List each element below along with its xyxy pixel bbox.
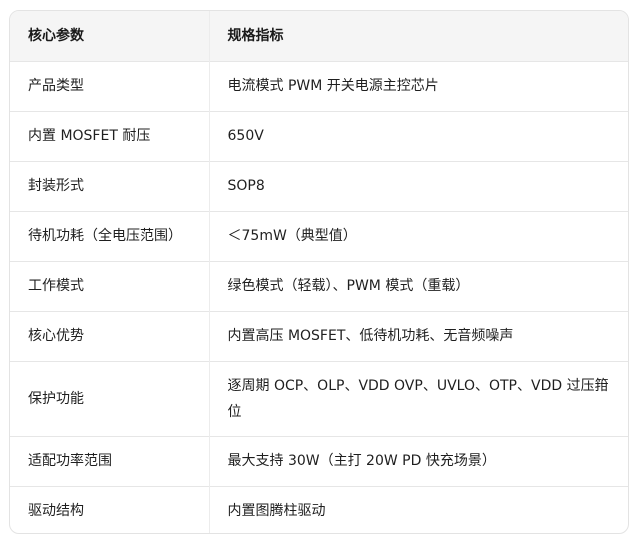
table-row: 保护功能 逐周期 OCP、OLP、VDD OVP、UVLO、OTP、VDD 过压…	[10, 360, 628, 436]
row-value: 逐周期 OCP、OLP、VDD OVP、UVLO、OTP、VDD 过压箝位	[208, 360, 628, 436]
header-cell-parameter: 核心参数	[10, 11, 209, 61]
row-value: 电流模式 PWM 开关电源主控芯片	[208, 60, 628, 111]
row-label: 待机功耗（全电压范围）	[10, 210, 209, 261]
row-label: 驱动结构	[10, 485, 209, 533]
row-label: 产品类型	[10, 60, 209, 111]
table-row: 核心优势 内置高压 MOSFET、低待机功耗、无音频噪声	[10, 310, 628, 361]
row-value: ＜75mW（典型值）	[208, 210, 628, 261]
row-label: 工作模式	[10, 260, 209, 311]
table-row: 驱动结构 内置图腾柱驱动	[10, 485, 628, 533]
row-value: 绿色模式（轻载）、PWM 模式（重载）	[208, 260, 628, 311]
table-body: 产品类型 电流模式 PWM 开关电源主控芯片 内置 MOSFET 耐压 650V…	[10, 60, 628, 533]
row-label: 核心优势	[10, 310, 209, 361]
spec-table-container: 核心参数 规格指标 产品类型 电流模式 PWM 开关电源主控芯片 内置 MOSF…	[9, 10, 629, 534]
row-value: 最大支持 30W（主打 20W PD 快充场景）	[208, 435, 628, 486]
row-value: 650V	[208, 110, 628, 161]
spec-table: 核心参数 规格指标 产品类型 电流模式 PWM 开关电源主控芯片 内置 MOSF…	[10, 11, 628, 533]
row-label: 内置 MOSFET 耐压	[10, 110, 209, 161]
row-value: 内置高压 MOSFET、低待机功耗、无音频噪声	[208, 310, 628, 361]
table-row: 适配功率范围 最大支持 30W（主打 20W PD 快充场景）	[10, 435, 628, 486]
table-row: 内置 MOSFET 耐压 650V	[10, 110, 628, 161]
table-row: 工作模式 绿色模式（轻载）、PWM 模式（重载）	[10, 260, 628, 311]
table-header: 核心参数 规格指标	[10, 11, 628, 61]
row-value: 内置图腾柱驱动	[208, 485, 628, 533]
row-label: 适配功率范围	[10, 435, 209, 486]
row-label: 封装形式	[10, 160, 209, 211]
header-cell-specification: 规格指标	[208, 11, 628, 61]
header-row: 核心参数 规格指标	[10, 11, 628, 61]
table-row: 封装形式 SOP8	[10, 160, 628, 211]
table-row: 产品类型 电流模式 PWM 开关电源主控芯片	[10, 60, 628, 111]
row-value: SOP8	[208, 160, 628, 211]
row-label: 保护功能	[10, 360, 209, 436]
table-row: 待机功耗（全电压范围） ＜75mW（典型值）	[10, 210, 628, 261]
